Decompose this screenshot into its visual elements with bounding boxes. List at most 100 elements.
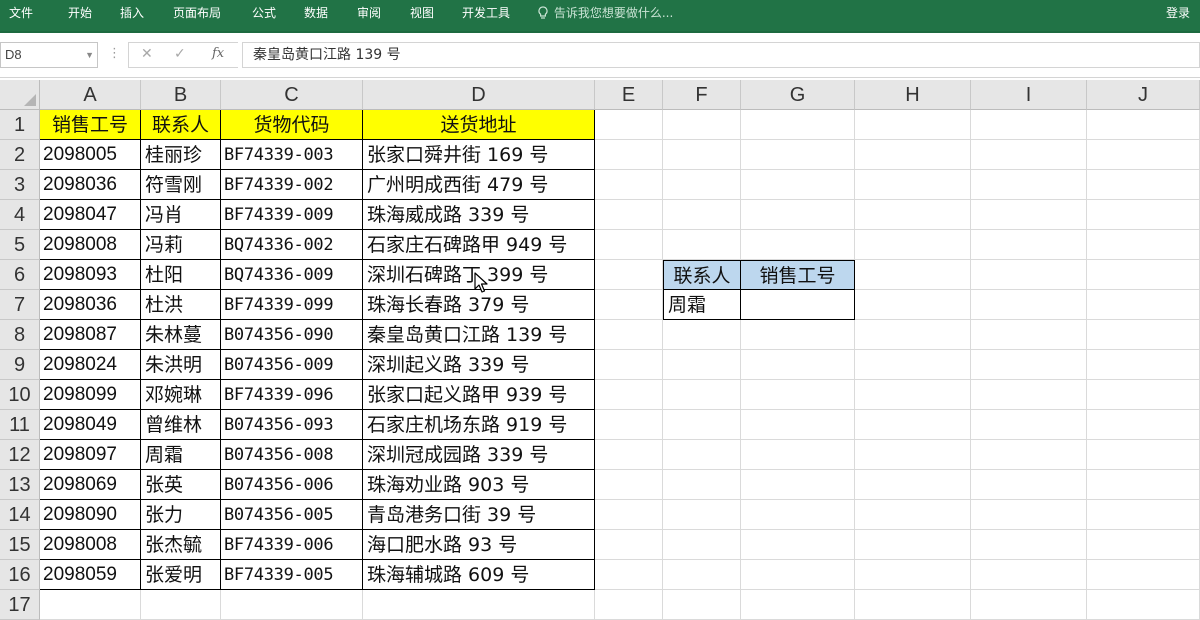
goods-code-cell[interactable]: BQ74336-002 [221,230,363,260]
grid-cell[interactable] [971,380,1087,410]
grid-cell[interactable] [663,140,741,170]
sales-id-cell[interactable]: 2098036 [40,290,141,320]
grid-cell[interactable] [663,500,741,530]
lookup-header-sales-id[interactable]: 销售工号 [741,260,855,290]
grid-cell[interactable] [141,590,221,620]
sales-id-cell[interactable]: 2098090 [40,500,141,530]
column-header-g[interactable]: G [741,80,855,110]
select-all-button[interactable] [0,80,40,110]
row-header-10[interactable]: 10 [0,380,40,410]
grid-cell[interactable] [741,350,855,380]
tab-page-layout[interactable]: 页面布局 [173,0,221,26]
goods-code-cell[interactable]: BF74339-003 [221,140,363,170]
grid-cell[interactable] [855,290,971,320]
grid-cell[interactable] [363,590,595,620]
row-header-4[interactable]: 4 [0,200,40,230]
grid-cell[interactable] [971,110,1087,140]
grid-cell[interactable] [855,200,971,230]
grid-cell[interactable] [971,590,1087,620]
tab-file[interactable]: 文件 [9,0,33,26]
goods-code-cell[interactable]: B074356-005 [221,500,363,530]
goods-code-cell[interactable]: BF74339-009 [221,200,363,230]
address-cell[interactable]: 张家口起义路甲 939 号 [363,380,595,410]
sales-id-cell[interactable]: 2098047 [40,200,141,230]
grid-cell[interactable] [741,500,855,530]
address-cell[interactable]: 广州明成西街 479 号 [363,170,595,200]
row-header-7[interactable]: 7 [0,290,40,320]
grid-cell[interactable] [595,290,663,320]
grid-cell[interactable] [855,500,971,530]
grid-cell[interactable] [1087,410,1200,440]
row-header-13[interactable]: 13 [0,470,40,500]
grid-cell[interactable] [663,560,741,590]
column-header-h[interactable]: H [855,80,971,110]
grid-cell[interactable] [663,170,741,200]
formula-input[interactable]: 秦皇岛黄口江路 139 号 [242,42,1200,68]
table-header-cell[interactable]: 货物代码 [221,110,363,140]
column-header-d[interactable]: D [363,80,595,110]
contact-cell[interactable]: 朱林蔓 [141,320,221,350]
grid-cell[interactable] [595,320,663,350]
goods-code-cell[interactable]: BF74339-005 [221,560,363,590]
goods-code-cell[interactable]: BQ74336-009 [221,260,363,290]
grid-cell[interactable] [971,230,1087,260]
tab-data[interactable]: 数据 [304,0,328,26]
grid-cell[interactable] [741,440,855,470]
sales-id-cell[interactable]: 2098097 [40,440,141,470]
row-header-12[interactable]: 12 [0,440,40,470]
sales-id-cell[interactable]: 2098005 [40,140,141,170]
grid-cell[interactable] [741,230,855,260]
grid-cell[interactable] [1087,320,1200,350]
grid-cell[interactable] [1087,170,1200,200]
grid-cell[interactable] [971,530,1087,560]
address-cell[interactable]: 深圳冠成园路 339 号 [363,440,595,470]
contact-cell[interactable]: 冯莉 [141,230,221,260]
contact-cell[interactable]: 邓婉琳 [141,380,221,410]
name-box-dropdown-icon[interactable]: ▼ [85,43,94,67]
sales-id-cell[interactable]: 2098049 [40,410,141,440]
grid-cell[interactable] [663,590,741,620]
grid-cell[interactable] [741,530,855,560]
table-header-cell[interactable]: 送货地址 [363,110,595,140]
grid-cell[interactable] [741,590,855,620]
grid-cell[interactable] [971,500,1087,530]
contact-cell[interactable]: 曾维林 [141,410,221,440]
grid-cell[interactable] [741,410,855,440]
contact-cell[interactable]: 张力 [141,500,221,530]
column-header-f[interactable]: F [663,80,741,110]
row-header-1[interactable]: 1 [0,110,40,140]
row-header-16[interactable]: 16 [0,560,40,590]
grid-cell[interactable] [1087,230,1200,260]
grid-cell[interactable] [971,440,1087,470]
grid-cell[interactable] [741,170,855,200]
contact-cell[interactable]: 符雪刚 [141,170,221,200]
grid-cell[interactable] [855,320,971,350]
grid-cell[interactable] [595,110,663,140]
grid-cell[interactable] [595,500,663,530]
grid-cell[interactable] [663,320,741,350]
sales-id-cell[interactable]: 2098036 [40,170,141,200]
grid-cell[interactable] [1087,500,1200,530]
tab-review[interactable]: 审阅 [357,0,381,26]
address-cell[interactable]: 珠海劝业路 903 号 [363,470,595,500]
grid-cell[interactable] [595,260,663,290]
row-header-2[interactable]: 2 [0,140,40,170]
grid-cell[interactable] [663,410,741,440]
grid-cell[interactable] [855,470,971,500]
grid-cell[interactable] [595,440,663,470]
goods-code-cell[interactable]: BF74339-006 [221,530,363,560]
grid-cell[interactable] [741,380,855,410]
grid-cell[interactable] [595,560,663,590]
grid-cell[interactable] [855,350,971,380]
lookup-header-contact[interactable]: 联系人 [663,260,741,290]
grid-cell[interactable] [663,530,741,560]
row-header-6[interactable]: 6 [0,260,40,290]
column-header-i[interactable]: I [971,80,1087,110]
grid-cell[interactable] [595,200,663,230]
grid-cell[interactable] [971,350,1087,380]
goods-code-cell[interactable]: B074356-090 [221,320,363,350]
grid-cell[interactable] [1087,380,1200,410]
column-header-e[interactable]: E [595,80,663,110]
grid-cell[interactable] [595,410,663,440]
grid-cell[interactable] [741,560,855,590]
